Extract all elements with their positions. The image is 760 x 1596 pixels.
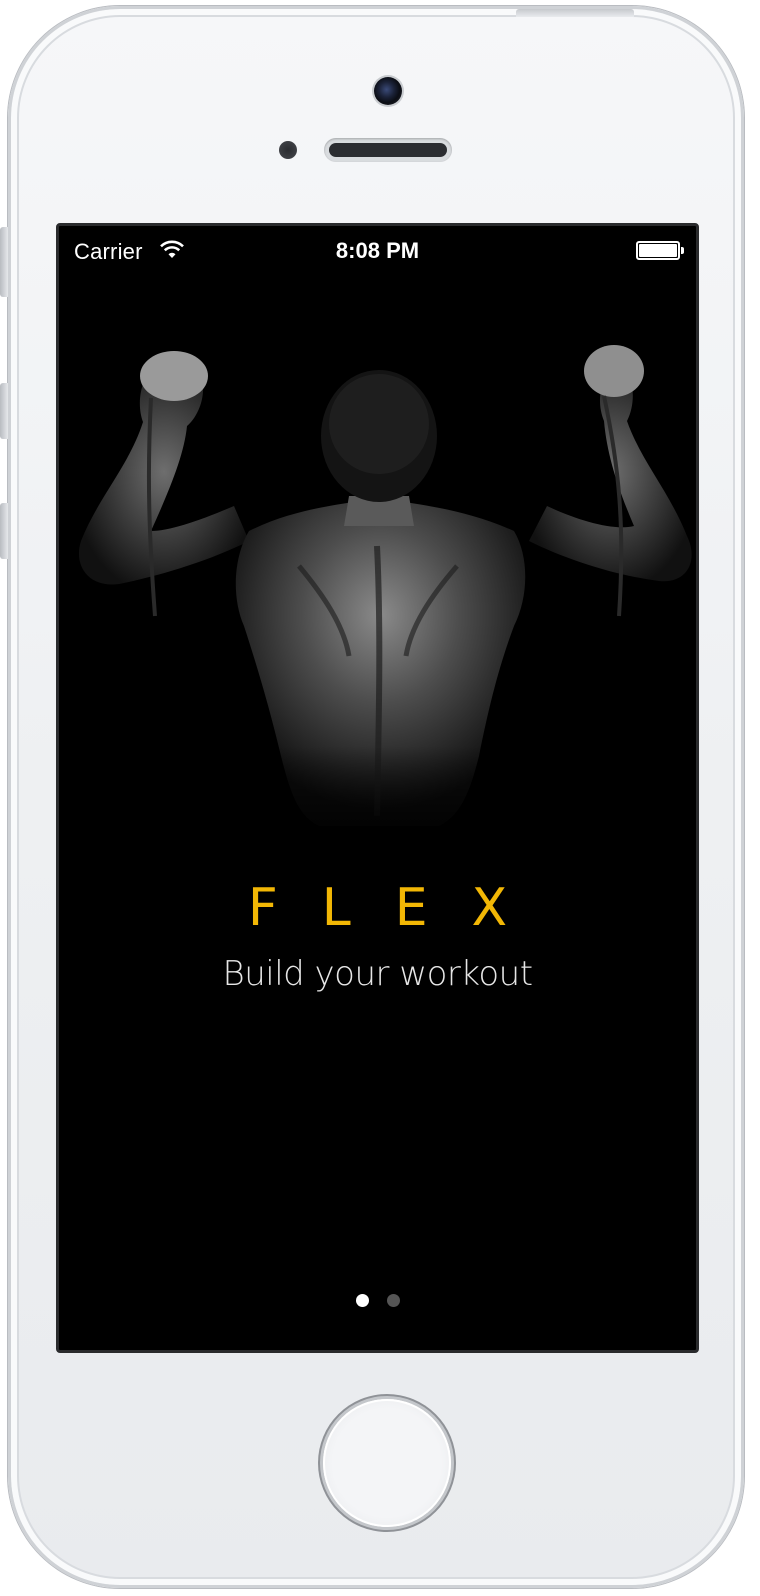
- hero-image: [59, 345, 696, 846]
- page-dot-1[interactable]: [355, 1294, 369, 1307]
- battery-level: [639, 244, 677, 257]
- volume-up-button[interactable]: [0, 383, 8, 439]
- battery-icon: [636, 241, 684, 260]
- page-dot-2[interactable]: [386, 1294, 400, 1307]
- status-bar: Carrier 8:08 PM: [59, 226, 696, 278]
- power-button[interactable]: [516, 9, 634, 17]
- mute-switch[interactable]: [0, 227, 8, 297]
- volume-down-button[interactable]: [0, 503, 8, 559]
- proximity-sensor: [279, 141, 297, 159]
- home-button[interactable]: [323, 1399, 451, 1527]
- brand-title: FLEX: [247, 878, 552, 938]
- tagline: Build your workout: [222, 954, 533, 994]
- front-camera: [374, 77, 402, 105]
- earpiece-speaker: [324, 138, 452, 162]
- device-mockup: Carrier 8:08 PM FLEX Build your workout: [0, 0, 760, 1596]
- app-screen: Carrier 8:08 PM FLEX Build your workout: [56, 223, 699, 1353]
- page-indicator[interactable]: [59, 1294, 696, 1310]
- status-time: 8:08 PM: [335, 238, 420, 263]
